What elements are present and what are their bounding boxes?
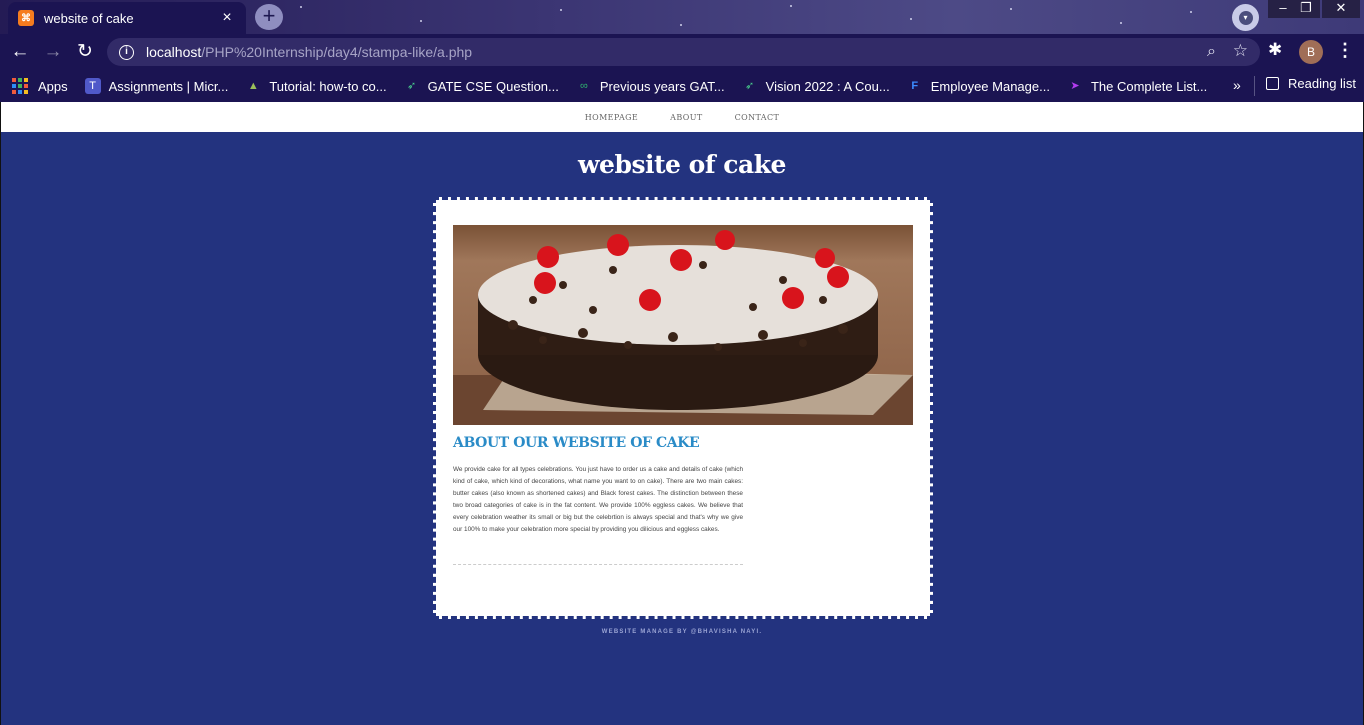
- browser-toolbar: ← → ↻ i localhost/PHP%20Internship/day4/…: [0, 34, 1364, 70]
- bookmark-label: The Complete List...: [1090, 78, 1208, 94]
- bookmark-label: Previous years GAT...: [599, 78, 725, 94]
- reading-list-button[interactable]: Reading list: [1266, 76, 1356, 91]
- rocket-icon: ➶: [745, 80, 755, 92]
- bookmark-item[interactable]: F Employee Manage...: [907, 78, 1050, 94]
- url-text[interactable]: localhost/PHP%20Internship/day4/stampa-l…: [146, 44, 472, 60]
- bookmark-item[interactable]: ▲ Tutorial: how-to co...: [245, 78, 387, 94]
- restore-button[interactable]: ❐: [1292, 0, 1320, 18]
- cake-image: [453, 225, 913, 425]
- bookmarks-divider: [1254, 76, 1255, 96]
- reload-icon[interactable]: ↻: [73, 40, 97, 64]
- about-heading: ABOUT OUR WEBSITE OF CAKE: [453, 435, 700, 451]
- back-arrow-icon[interactable]: ←: [8, 40, 32, 64]
- extensions-puzzle-icon[interactable]: ✱: [1268, 40, 1282, 60]
- content-card: ABOUT OUR WEBSITE OF CAKE We provide cak…: [433, 197, 933, 619]
- divider: [453, 564, 743, 565]
- gg-icon: ∞: [579, 80, 588, 92]
- browser-title-bar: ⌘ website of cake × + ▾ – ❐ ✕: [0, 0, 1364, 34]
- reading-list-label: Reading list: [1288, 76, 1356, 91]
- chevron-down-icon: ▾: [1238, 10, 1253, 25]
- page-title: website of cake: [578, 150, 786, 179]
- site-navigation: HOMEPAGE ABOUT CONTACT: [1, 102, 1363, 136]
- nav-link-homepage[interactable]: HOMEPAGE: [585, 113, 638, 122]
- nav-link-about[interactable]: ABOUT: [670, 113, 702, 122]
- close-tab-icon[interactable]: ×: [218, 9, 236, 27]
- bookmark-star-icon[interactable]: ☆: [1233, 41, 1248, 61]
- site-info-icon[interactable]: i: [119, 44, 134, 60]
- teams-icon: T: [84, 78, 101, 94]
- bookmark-label: GATE CSE Question...: [427, 78, 559, 94]
- bookmarks-bar: Apps T Assignments | Micr... ▲ Tutorial:…: [0, 70, 1364, 102]
- cake-illustration: [453, 230, 913, 425]
- rocket-icon: ➶: [407, 80, 417, 92]
- bookmark-item[interactable]: ➶ GATE CSE Question...: [404, 78, 559, 94]
- bookmark-apps[interactable]: Apps: [12, 78, 68, 94]
- footer-credit: Website manage by @Bhavisha Nayi.: [601, 629, 763, 635]
- page-viewport: HOMEPAGE ABOUT CONTACT website of cake A…: [0, 102, 1364, 725]
- browser-tab-active[interactable]: ⌘ website of cake ×: [8, 2, 246, 34]
- bookmark-label: Apps: [38, 78, 68, 94]
- reading-list-icon: [1266, 77, 1279, 90]
- forward-arrow-icon[interactable]: →: [41, 40, 65, 64]
- bookmark-item[interactable]: ➤ The Complete List...: [1067, 78, 1207, 94]
- bookmark-icon: ▲: [247, 80, 259, 92]
- address-bar[interactable]: i localhost/PHP%20Internship/day4/stampa…: [107, 38, 1260, 66]
- apps-grid-icon: [12, 78, 28, 94]
- about-paragraph: We provide cake for all types celebratio…: [453, 466, 743, 533]
- close-window-button[interactable]: ✕: [1322, 0, 1360, 18]
- bookmark-label: Assignments | Micr...: [108, 78, 229, 94]
- menu-kebab-icon[interactable]: ⋮: [1336, 40, 1354, 61]
- bookmark-label: Tutorial: how-to co...: [269, 78, 387, 94]
- bookmark-item[interactable]: ∞ Previous years GAT...: [576, 78, 725, 94]
- pointer-icon: ➤: [1070, 80, 1080, 92]
- new-tab-button[interactable]: +: [255, 4, 283, 30]
- bookmark-item[interactable]: T Assignments | Micr...: [84, 78, 229, 94]
- zoom-icon[interactable]: ⌕: [1207, 43, 1216, 61]
- f-logo-icon: F: [911, 80, 919, 92]
- bookmark-label: Vision 2022 : A Cou...: [765, 78, 890, 94]
- bookmark-label: Employee Manage...: [930, 78, 1050, 94]
- nav-link-contact[interactable]: CONTACT: [735, 113, 780, 122]
- url-path: /PHP%20Internship/day4/stampa-like/a.php: [201, 44, 473, 60]
- tab-title: website of cake: [44, 10, 134, 26]
- profile-avatar[interactable]: B: [1299, 40, 1323, 64]
- bookmark-item[interactable]: ➶ Vision 2022 : A Cou...: [742, 78, 890, 94]
- xampp-icon: ⌘: [18, 10, 34, 26]
- tab-search-button[interactable]: ▾: [1232, 4, 1259, 31]
- bookmarks-overflow-icon[interactable]: »: [1233, 77, 1241, 93]
- url-host: localhost: [146, 44, 202, 60]
